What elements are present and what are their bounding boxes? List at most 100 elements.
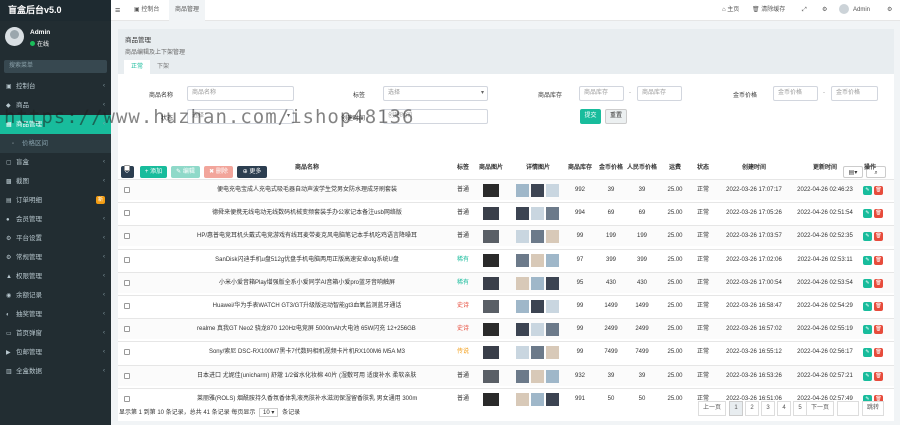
- detail-image[interactable]: [516, 276, 529, 290]
- detail-image[interactable]: [546, 392, 559, 406]
- detail-image[interactable]: [531, 300, 544, 313]
- goods-image[interactable]: [483, 392, 499, 406]
- sidebar-item-0[interactable]: ▣ 控制台 ‹: [0, 77, 111, 96]
- filter-tag-select[interactable]: 选择: [383, 86, 488, 101]
- sidebar-item-1[interactable]: ◆ 商品 ‹: [0, 96, 111, 115]
- column-header[interactable]: 更新时间: [791, 158, 859, 179]
- delete-row-button[interactable]: 🗑: [874, 209, 883, 219]
- select-all-checkbox[interactable]: [124, 165, 130, 171]
- detail-image[interactable]: [546, 230, 559, 244]
- goods-image[interactable]: [483, 300, 499, 313]
- detail-image[interactable]: [531, 392, 544, 406]
- sidebar-item-9[interactable]: ⚙ 常规管理 ‹: [0, 248, 111, 267]
- detail-image[interactable]: [516, 346, 529, 360]
- delete-row-button[interactable]: 🗑: [874, 278, 883, 288]
- detail-image[interactable]: [546, 300, 559, 313]
- column-header[interactable]: 商品库存: [568, 158, 592, 179]
- goods-image[interactable]: [483, 323, 499, 337]
- detail-image[interactable]: [516, 253, 529, 267]
- row-checkbox[interactable]: [124, 326, 130, 333]
- sidebar-item-3[interactable]: ◦ 价格区间: [0, 134, 111, 153]
- sidebar-item-7[interactable]: ● 会员管理 ‹: [0, 210, 111, 229]
- column-header[interactable]: 商品名称: [197, 158, 417, 179]
- home-link[interactable]: ⌂ 主页: [722, 0, 739, 21]
- filter-price-min-input[interactable]: 金币价格: [773, 86, 818, 101]
- row-checkbox[interactable]: [124, 233, 130, 240]
- sidebar-item-10[interactable]: ▲ 权限管理 ‹: [0, 267, 111, 286]
- prev-page-button[interactable]: 上一页: [698, 401, 726, 416]
- detail-image[interactable]: [531, 276, 544, 290]
- clear-cache-button[interactable]: 🗑 清除缓存: [752, 0, 785, 21]
- detail-image[interactable]: [516, 207, 529, 221]
- detail-image[interactable]: [546, 184, 559, 197]
- detail-image[interactable]: [531, 253, 544, 267]
- column-header[interactable]: 创建时间: [720, 158, 788, 179]
- delete-row-button[interactable]: 🗑: [874, 348, 883, 358]
- goods-image[interactable]: [483, 346, 499, 360]
- page-button-4[interactable]: 4: [777, 401, 791, 416]
- column-header[interactable]: 详情图片: [515, 158, 561, 179]
- filter-time-input[interactable]: 创建时间: [383, 109, 488, 124]
- filter-price-max-input[interactable]: 金币价格: [831, 86, 878, 101]
- detail-image[interactable]: [531, 369, 544, 383]
- settings-icon[interactable]: ⚙: [822, 0, 827, 21]
- goods-image[interactable]: [483, 207, 499, 221]
- detail-image[interactable]: [531, 323, 544, 337]
- sidebar-item-13[interactable]: ▭ 首页弹窗 ‹: [0, 324, 111, 343]
- filter-stock-max-input[interactable]: 商品库存: [637, 86, 682, 101]
- detail-image[interactable]: [531, 184, 544, 197]
- goods-image[interactable]: [483, 369, 499, 383]
- tab-offshelf[interactable]: 下架: [150, 60, 176, 74]
- tab-normal[interactable]: 正常: [124, 60, 151, 74]
- row-checkbox[interactable]: [124, 303, 130, 309]
- edit-row-button[interactable]: ✎: [863, 278, 872, 288]
- detail-image[interactable]: [516, 392, 529, 406]
- delete-row-button[interactable]: 🗑: [874, 255, 883, 265]
- page-size-select[interactable]: 10 ▾: [259, 408, 279, 417]
- detail-image[interactable]: [531, 346, 544, 360]
- detail-image[interactable]: [531, 207, 544, 221]
- goods-image[interactable]: [483, 276, 499, 290]
- page-button-5[interactable]: 5: [793, 401, 807, 416]
- sidebar-item-5[interactable]: ▩ 截图 ‹: [0, 172, 111, 191]
- detail-image[interactable]: [516, 230, 529, 244]
- edit-row-button[interactable]: ✎: [863, 371, 872, 381]
- delete-row-button[interactable]: 🗑: [874, 302, 883, 311]
- tab-console[interactable]: ▣ 控制台: [134, 0, 159, 21]
- detail-image[interactable]: [516, 369, 529, 383]
- sidebar-item-6[interactable]: ▤ 订单明细 新: [0, 191, 111, 210]
- menu-toggle-icon[interactable]: ≡: [115, 0, 120, 21]
- edit-row-button[interactable]: ✎: [863, 255, 872, 265]
- edit-row-button[interactable]: ✎: [863, 186, 872, 195]
- goods-image[interactable]: [483, 230, 499, 244]
- delete-row-button[interactable]: 🗑: [874, 186, 883, 195]
- row-checkbox[interactable]: [124, 395, 130, 402]
- detail-image[interactable]: [546, 369, 559, 383]
- filter-status-select[interactable]: 选择: [187, 109, 294, 124]
- page-jump-button[interactable]: 跳转: [862, 401, 884, 416]
- page-jump-input[interactable]: [837, 401, 859, 416]
- row-checkbox[interactable]: [124, 256, 130, 263]
- page-button-2[interactable]: 2: [745, 401, 759, 416]
- column-header[interactable]: 运费: [664, 158, 686, 179]
- detail-image[interactable]: [546, 253, 559, 267]
- row-checkbox[interactable]: [124, 187, 130, 193]
- column-header[interactable]: 人民币价格: [625, 158, 659, 179]
- edit-row-button[interactable]: ✎: [863, 209, 872, 219]
- sidebar-item-15[interactable]: ▥ 全盒数据 ‹: [0, 362, 111, 381]
- page-button-1[interactable]: 1: [729, 401, 743, 416]
- next-page-button[interactable]: 下一页: [806, 401, 834, 416]
- tab-goods[interactable]: 商品管理: [169, 0, 206, 21]
- sidebar-search-input[interactable]: 搜索菜单: [4, 60, 107, 73]
- detail-image[interactable]: [546, 207, 559, 221]
- sidebar-item-2[interactable]: ▦ 商品管理 ‹: [0, 115, 111, 134]
- goods-image[interactable]: [483, 253, 499, 267]
- edit-row-button[interactable]: ✎: [863, 348, 872, 358]
- detail-image[interactable]: [546, 276, 559, 290]
- detail-image[interactable]: [546, 346, 559, 360]
- sidebar-item-8[interactable]: ⚙ 平台设置 ‹: [0, 229, 111, 248]
- detail-image[interactable]: [516, 184, 529, 197]
- detail-image[interactable]: [531, 230, 544, 244]
- sidebar-item-14[interactable]: ▶ 包邮管理 ‹: [0, 343, 111, 362]
- filter-stock-min-input[interactable]: 商品库存: [579, 86, 624, 101]
